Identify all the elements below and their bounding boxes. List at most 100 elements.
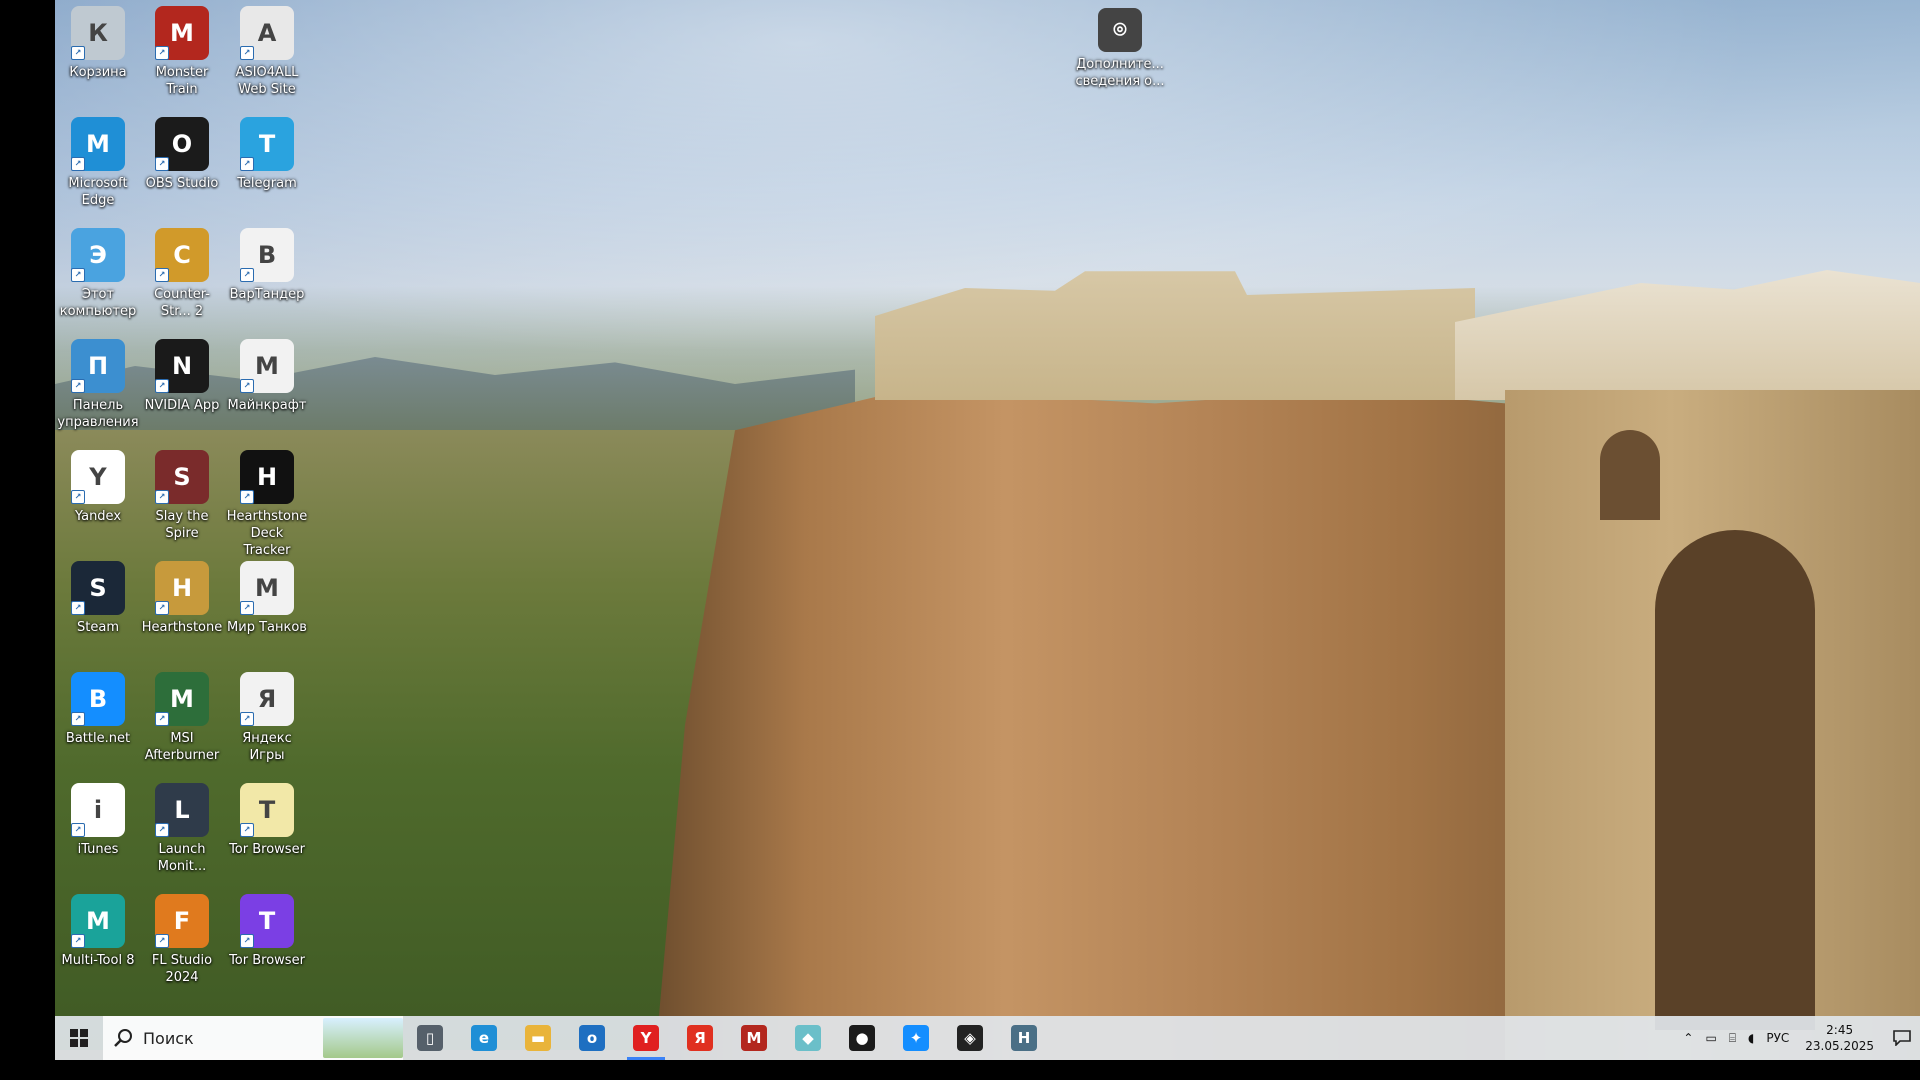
desktop-icon-label: Counter-Str... 2 xyxy=(154,287,210,319)
notification-center-button[interactable] xyxy=(1884,1016,1920,1060)
desktop-icon[interactable]: M ↗ Microsoft Edge xyxy=(57,117,139,209)
search-highlight-image xyxy=(323,1018,403,1058)
taskbar-yandex-button[interactable]: Я xyxy=(673,1016,727,1060)
taskbar-obs-button[interactable]: ● xyxy=(835,1016,889,1060)
start-button[interactable] xyxy=(55,1016,103,1060)
desktop-icon[interactable]: Y ↗ Yandex xyxy=(57,450,139,525)
desktop-icon[interactable]: i ↗ iTunes xyxy=(57,783,139,858)
desktop-icon-label: Steam xyxy=(77,620,119,635)
taskbar-app-cyan-button[interactable]: ◆ xyxy=(781,1016,835,1060)
desktop: К ↗ Корзина M ↗ Monster Train A ↗ ASIO4ALL Web S… xyxy=(55,0,1920,1060)
nvidia-icon: N ↗ xyxy=(155,339,209,393)
tor-browser-icon: T ↗ xyxy=(240,783,294,837)
taskbar-file-explorer-button[interactable]: ▬ xyxy=(511,1016,565,1060)
monster-train-icon: M ↗ xyxy=(155,6,209,60)
language-indicator[interactable]: РУС xyxy=(1766,1031,1789,1045)
desktop-icon[interactable]: O ↗ OBS Studio xyxy=(141,117,223,192)
desktop-icon[interactable]: Я ↗ Яндекс Игры xyxy=(226,672,308,764)
shortcut-arrow-icon: ↗ xyxy=(71,601,85,615)
taskbar-hearthstone-button[interactable]: H xyxy=(997,1016,1051,1060)
shortcut-arrow-icon: ↗ xyxy=(240,823,254,837)
taskbar-pinned-apps: ▯ e ▬ o Y Я M ◆ ● ✦ ◈ H xyxy=(403,1016,1051,1060)
desktop-icon[interactable]: H ↗ Hearthstone xyxy=(141,561,223,636)
desktop-icon[interactable]: N ↗ NVIDIA App xyxy=(141,339,223,414)
desktop-icon-label: ASIO4ALL Web Site xyxy=(235,65,299,97)
desktop-icon[interactable]: S ↗ Slay the Spire xyxy=(141,450,223,542)
volume-icon[interactable]: ◖ xyxy=(1748,1031,1754,1045)
search-placeholder: Поиск xyxy=(143,1028,194,1048)
hearthstone-icon: H xyxy=(1011,1025,1037,1051)
windows-logo-icon xyxy=(70,1029,88,1047)
taskbar-task-view-button[interactable]: ▯ xyxy=(403,1016,457,1060)
desktop-icon-label: Launch Monit... xyxy=(157,842,207,874)
obs-icon: ● xyxy=(849,1025,875,1051)
taskbar-battlenet-button[interactable]: ✦ xyxy=(889,1016,943,1060)
desktop-icon[interactable]: T ↗ Tor Browser xyxy=(226,894,308,969)
desktop-icon[interactable]: C ↗ Counter-Str... 2 xyxy=(141,228,223,320)
desktop-icon-label: MSI Afterburner xyxy=(144,731,220,763)
shortcut-arrow-icon: ↗ xyxy=(155,268,169,282)
notification-icon xyxy=(1893,1030,1911,1046)
desktop-icon-label: Яндекс Игры xyxy=(242,731,292,763)
desktop-icon[interactable]: М ↗ Мир Танков xyxy=(226,561,308,636)
clock-date: 23.05.2025 xyxy=(1805,1039,1874,1053)
wallpaper-arch xyxy=(1655,530,1815,1030)
desktop-icon[interactable]: B ↗ Battle.net xyxy=(57,672,139,747)
desktop-icon[interactable]: L ↗ Launch Monit... xyxy=(141,783,223,875)
desktop-icon[interactable]: T ↗ Telegram xyxy=(226,117,308,192)
shortcut-arrow-icon: ↗ xyxy=(155,379,169,393)
shortcut-arrow-icon: ↗ xyxy=(240,490,254,504)
steam-icon: S ↗ xyxy=(71,561,125,615)
recycle-bin-icon: К ↗ xyxy=(71,6,125,60)
desktop-icon[interactable]: A ↗ ASIO4ALL Web Site xyxy=(226,6,308,98)
deck-tracker-icon: H ↗ xyxy=(240,450,294,504)
desktop-icon-additional-info[interactable]: ⌾ Дополните... сведения о... xyxy=(1075,8,1165,90)
desktop-icon-label: Multi-Tool 8 xyxy=(61,953,135,968)
file-icon: М ↗ xyxy=(240,561,294,615)
search-icon xyxy=(114,1029,132,1047)
counter-strike-icon: C ↗ xyxy=(155,228,209,282)
folder-icon: ▬ xyxy=(525,1025,551,1051)
desktop-icon[interactable]: T ↗ Tor Browser xyxy=(226,783,308,858)
yandex-browser-icon: Y xyxy=(633,1025,659,1051)
shortcut-arrow-icon: ↗ xyxy=(240,46,254,60)
this-pc-icon: Э ↗ xyxy=(71,228,125,282)
shortcut-arrow-icon: ↗ xyxy=(71,823,85,837)
desktop-icon-label: Tor Browser xyxy=(229,842,305,857)
desktop-icon-label: Панель управления xyxy=(57,398,139,430)
taskbar-outlook-button[interactable]: o xyxy=(565,1016,619,1060)
shortcut-arrow-icon: ↗ xyxy=(71,712,85,726)
network-icon[interactable]: ▭ xyxy=(1705,1031,1716,1045)
desktop-icon-label: Microsoft Edge xyxy=(68,176,128,208)
shortcut-arrow-icon: ↗ xyxy=(155,823,169,837)
taskbar-deck-tracker-button[interactable]: ◈ xyxy=(943,1016,997,1060)
taskbar-edge-button[interactable]: e xyxy=(457,1016,511,1060)
device-icon[interactable]: ⌸ xyxy=(1729,1031,1736,1046)
desktop-icon-label: Мир Танков xyxy=(227,620,307,635)
clock[interactable]: 2:45 23.05.2025 xyxy=(1805,1022,1874,1054)
desktop-icon[interactable]: M ↗ MSI Afterburner xyxy=(141,672,223,764)
search-box[interactable]: Поиск xyxy=(103,1016,403,1060)
chevron-up-icon[interactable]: ⌃ xyxy=(1683,1031,1693,1045)
desktop-icon[interactable]: F ↗ FL Studio 2024 xyxy=(141,894,223,986)
clock-time: 2:45 xyxy=(1826,1023,1854,1037)
desktop-icon[interactable]: М ↗ Майнкрафт xyxy=(226,339,308,414)
taskbar-yandex-browser-button[interactable]: Y xyxy=(619,1016,673,1060)
control-panel-icon: П ↗ xyxy=(71,339,125,393)
desktop-icon[interactable]: В ↗ ВарТандер xyxy=(226,228,308,303)
slay-the-spire-icon: S ↗ xyxy=(155,450,209,504)
obs-icon: O ↗ xyxy=(155,117,209,171)
desktop-icon[interactable]: M ↗ Multi-Tool 8 xyxy=(57,894,139,969)
desktop-icon[interactable]: H ↗ Hearthstone Deck Tracker xyxy=(226,450,308,559)
desktop-icon[interactable]: S ↗ Steam xyxy=(57,561,139,636)
shortcut-arrow-icon: ↗ xyxy=(155,46,169,60)
desktop-icon[interactable]: M ↗ Monster Train xyxy=(141,6,223,98)
desktop-icon[interactable]: Э ↗ Этот компьютер xyxy=(57,228,139,320)
app-icon: ◆ xyxy=(795,1025,821,1051)
taskbar-monster-train-button[interactable]: M xyxy=(727,1016,781,1060)
desktop-icon[interactable]: П ↗ Панель управления xyxy=(57,339,139,431)
shortcut-arrow-icon: ↗ xyxy=(155,157,169,171)
desktop-icon-label: Yandex xyxy=(74,509,122,524)
desktop-icon-label: Hearthstone Deck Tracker xyxy=(226,509,308,558)
desktop-icon[interactable]: К ↗ Корзина xyxy=(57,6,139,81)
